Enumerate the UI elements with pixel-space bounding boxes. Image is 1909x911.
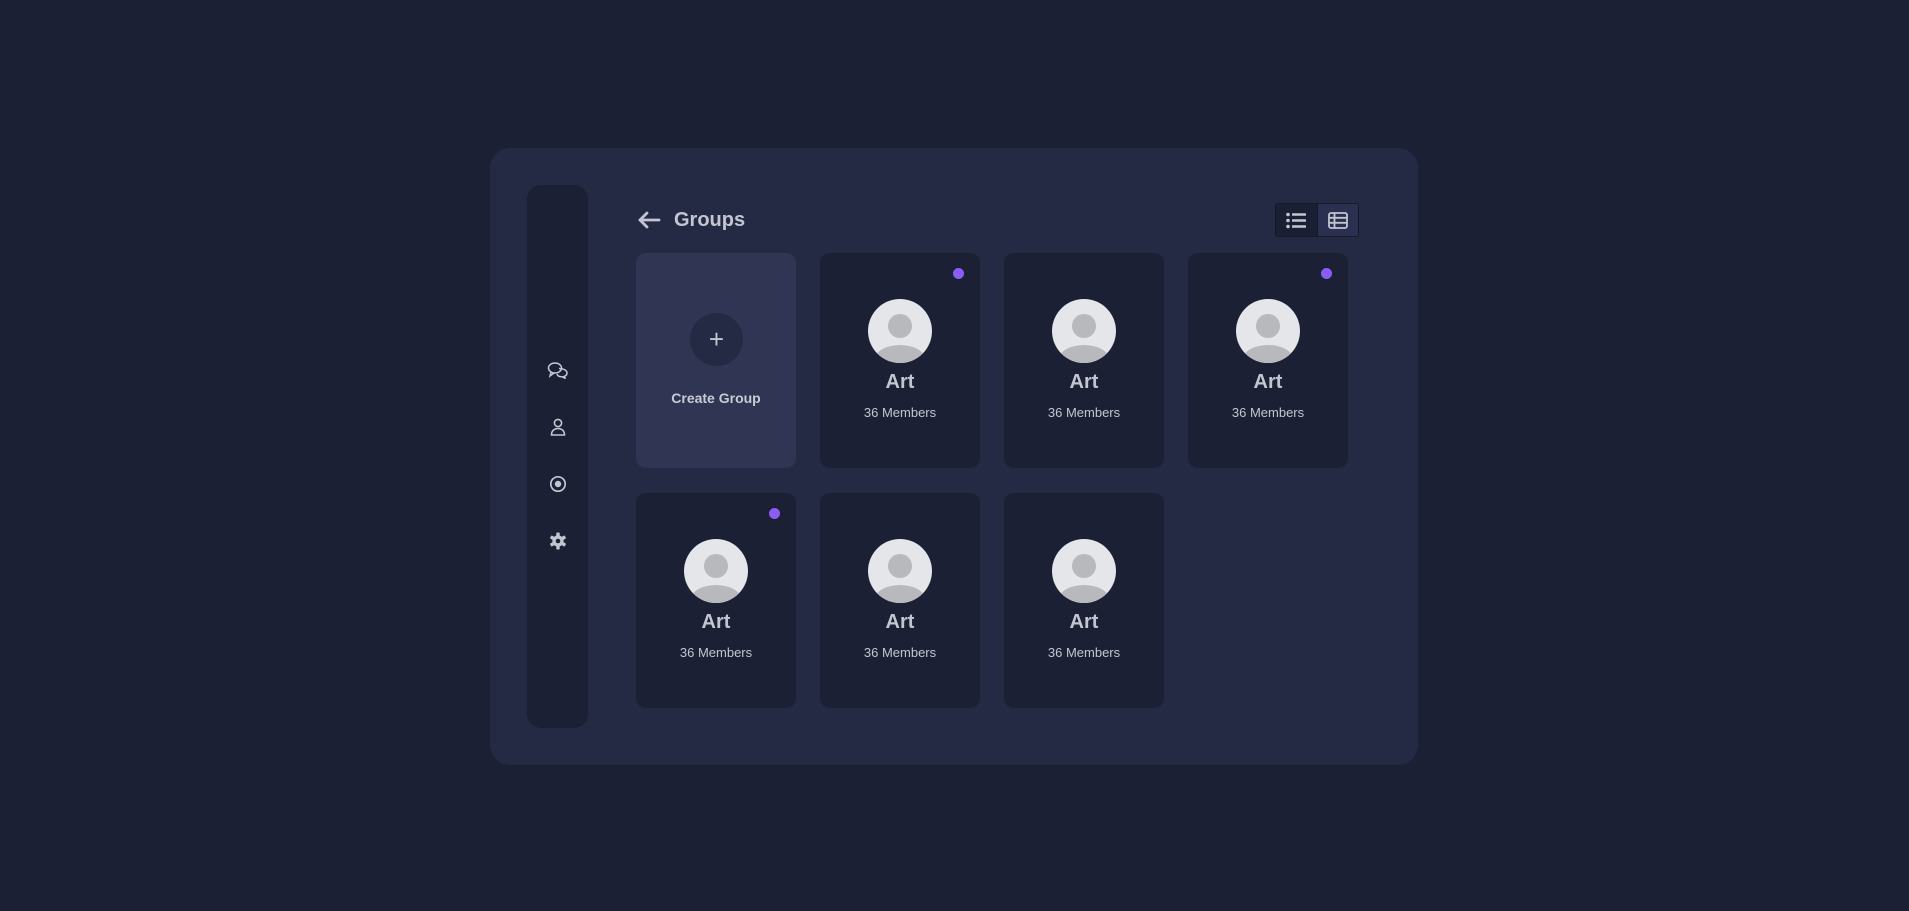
user-icon[interactable]	[545, 414, 571, 440]
member-count: 36 Members	[679, 645, 753, 660]
group-card[interactable]: Art 36 Members	[820, 493, 980, 708]
page-title: Groups	[674, 209, 746, 231]
group-card[interactable]: Art 36 Members	[636, 493, 796, 708]
avatar	[1052, 539, 1116, 603]
arrow-left-icon[interactable]	[634, 205, 664, 235]
plus-icon[interactable]: +	[690, 313, 743, 366]
avatar	[1052, 299, 1116, 363]
group-name: Art	[1069, 371, 1099, 393]
unread-dot	[1321, 268, 1332, 279]
member-count: 36 Members	[1047, 405, 1121, 420]
chat-icon[interactable]	[545, 357, 571, 383]
avatar	[684, 539, 748, 603]
avatar	[1236, 299, 1300, 363]
group-name: Art	[701, 611, 731, 633]
member-count: 36 Members	[863, 645, 937, 660]
group-name: Art	[1069, 611, 1099, 633]
group-card[interactable]: Art 36 Members	[1188, 253, 1348, 468]
member-count: 36 Members	[863, 405, 937, 420]
gear-icon[interactable]	[545, 528, 571, 554]
group-card[interactable]: Art 36 Members	[820, 253, 980, 468]
table-view-icon	[1327, 211, 1348, 229]
member-count: 36 Members	[1047, 645, 1121, 660]
groups-panel: Groups + Create Group Art 36 Members Art…	[490, 148, 1418, 765]
avatar	[868, 299, 932, 363]
sidebar	[527, 185, 588, 728]
group-card[interactable]: Art 36 Members	[1004, 493, 1164, 708]
member-count: 36 Members	[1231, 405, 1305, 420]
table-view-button[interactable]	[1316, 204, 1358, 236]
avatar	[868, 539, 932, 603]
group-name: Art	[885, 611, 915, 633]
group-name: Art	[1253, 371, 1283, 393]
view-toggle	[1275, 203, 1359, 237]
create-group-label: Create Group	[671, 390, 761, 406]
radio-icon[interactable]	[545, 471, 571, 497]
unread-dot	[769, 508, 780, 519]
group-card[interactable]: Art 36 Members	[1004, 253, 1164, 468]
unread-dot	[953, 268, 964, 279]
create-group-card[interactable]: + Create Group	[636, 253, 796, 468]
group-name: Art	[885, 371, 915, 393]
list-view-icon	[1286, 212, 1307, 228]
page-header: Groups	[634, 203, 1359, 237]
list-view-button[interactable]	[1276, 204, 1317, 236]
